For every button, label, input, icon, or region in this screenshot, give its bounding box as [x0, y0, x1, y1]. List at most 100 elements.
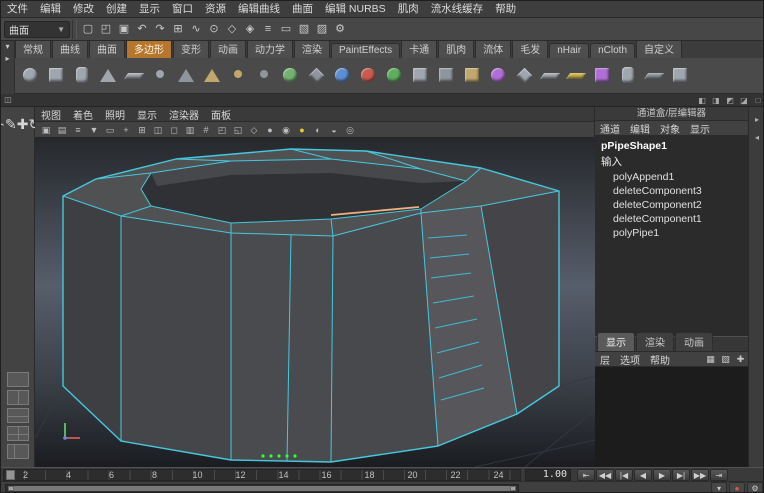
- channel-box-input-node[interactable]: deleteComponent3: [595, 184, 748, 198]
- layer-editor-menu-item[interactable]: 选项: [615, 356, 645, 367]
- layer-editor-tab[interactable]: 渲染: [636, 332, 674, 351]
- poly-prism-icon[interactable]: [174, 62, 198, 90]
- isolate-select-icon[interactable]: ◎: [342, 123, 358, 137]
- pin-panel-icon[interactable]: ◂: [751, 131, 763, 145]
- go-to-end-icon[interactable]: ⇥: [710, 469, 728, 481]
- channel-box-input-node[interactable]: polyPipe1: [595, 226, 748, 240]
- snap-to-view-plane-icon[interactable]: ◇: [223, 20, 241, 38]
- auto-keyframe-icon[interactable]: ●: [729, 482, 745, 493]
- show-attribute-editor-icon[interactable]: ◪: [737, 95, 751, 107]
- move-tool-icon[interactable]: ✚: [17, 116, 29, 132]
- shelf-tab[interactable]: nCloth: [590, 43, 635, 58]
- show-channel-layer-icon[interactable]: ◩: [723, 95, 737, 107]
- snap-to-grid-icon[interactable]: ⊞: [169, 20, 187, 38]
- grid-icon[interactable]: ⊞: [134, 123, 150, 137]
- channel-box-title[interactable]: 通道盒/层编辑器: [595, 107, 748, 121]
- xray-icon[interactable]: ◒: [326, 123, 342, 137]
- shelf-tab[interactable]: 曲面: [89, 41, 125, 58]
- shelf-tab[interactable]: 常规: [15, 41, 51, 58]
- safe-action-icon[interactable]: ◰: [214, 123, 230, 137]
- create-empty-layer-icon[interactable]: ▦: [703, 353, 718, 366]
- character-set-menu-icon[interactable]: ▾: [711, 482, 727, 493]
- layout-two-panes-side-button[interactable]: [7, 390, 29, 405]
- poly-pipe-icon[interactable]: [226, 62, 250, 90]
- channel-box-input-node[interactable]: deleteComponent1: [595, 212, 748, 226]
- field-chart-icon[interactable]: #: [198, 123, 214, 137]
- shelf-menu-icon[interactable]: ▸: [2, 53, 14, 65]
- make-live-icon[interactable]: ◈: [241, 20, 259, 38]
- channel-box-menu-item[interactable]: 通道: [595, 121, 625, 136]
- channel-box-node-name[interactable]: pPipeShape1: [595, 139, 748, 153]
- shelf-tab[interactable]: nHair: [549, 43, 589, 58]
- play-backwards-icon[interactable]: ◀: [634, 469, 652, 481]
- boolean-union-icon[interactable]: [330, 62, 354, 90]
- viewport-menu-item[interactable]: 着色: [67, 107, 99, 122]
- open-scene-icon[interactable]: ◰: [97, 20, 115, 38]
- bridge-icon[interactable]: [642, 62, 666, 90]
- shelf-tab[interactable]: 变形: [173, 41, 209, 58]
- animation-preferences-icon[interactable]: ⚙: [747, 482, 763, 493]
- menu-item[interactable]: 显示: [133, 1, 166, 17]
- shelf-tab[interactable]: 毛发: [512, 41, 548, 58]
- boolean-difference-icon[interactable]: [356, 62, 380, 90]
- step-forward-frame-icon[interactable]: ▶▶: [691, 469, 709, 481]
- play-forwards-icon[interactable]: ▶: [653, 469, 671, 481]
- menu-item[interactable]: 编辑: [34, 1, 67, 17]
- layer-editor-menu-item[interactable]: 帮助: [645, 356, 675, 367]
- menu-item[interactable]: 文件: [1, 1, 34, 17]
- menu-item[interactable]: 曲面: [286, 1, 319, 17]
- menu-item[interactable]: 编辑 NURBS: [319, 1, 392, 17]
- redo-icon[interactable]: ↷: [151, 20, 169, 38]
- shelf-tab[interactable]: 曲线: [52, 41, 88, 58]
- shelf-tab[interactable]: 自定义: [636, 41, 682, 58]
- separate-icon[interactable]: [434, 62, 458, 90]
- channel-box-input-node[interactable]: polyAppend1: [595, 170, 748, 184]
- menu-item[interactable]: 修改: [67, 1, 100, 17]
- menu-set-selector[interactable]: 曲面 ▼: [4, 21, 70, 38]
- combine-icon[interactable]: [408, 62, 432, 90]
- step-forward-key-icon[interactable]: ▶|: [672, 469, 690, 481]
- resolution-gate-icon[interactable]: ◻: [166, 123, 182, 137]
- new-scene-icon[interactable]: ▢: [79, 20, 97, 38]
- layout-single-pane-button[interactable]: [7, 372, 29, 387]
- step-back-frame-icon[interactable]: ◀◀: [596, 469, 614, 481]
- layout-four-panes-button[interactable]: [7, 426, 29, 441]
- extrude-icon[interactable]: [590, 62, 614, 90]
- go-to-start-icon[interactable]: ⇤: [577, 469, 595, 481]
- layer-editor-tab[interactable]: 动画: [675, 332, 713, 351]
- film-gate-icon[interactable]: ◫: [150, 123, 166, 137]
- create-layer-from-selected-icon[interactable]: ▧: [718, 353, 733, 366]
- range-end-handle[interactable]: [510, 486, 516, 491]
- append-to-polygon-icon[interactable]: [512, 62, 536, 90]
- poly-pyramid-icon[interactable]: [200, 62, 224, 90]
- viewport-canvas[interactable]: [35, 138, 595, 467]
- current-frame-indicator[interactable]: [6, 470, 15, 480]
- shelf-tab[interactable]: 肌肉: [438, 41, 474, 58]
- poly-torus-icon[interactable]: [148, 62, 172, 90]
- range-slider[interactable]: [5, 484, 519, 493]
- render-current-frame-icon[interactable]: ▧: [295, 20, 313, 38]
- current-frame-field[interactable]: [525, 469, 571, 481]
- render-settings-icon[interactable]: ⚙: [331, 20, 349, 38]
- split-polygon-icon[interactable]: [538, 62, 562, 90]
- channel-box-menu-item[interactable]: 对象: [655, 121, 685, 136]
- panel-layout-icon[interactable]: ◫: [1, 94, 15, 106]
- layer-editor-menu-item[interactable]: 层: [595, 356, 615, 367]
- menu-item[interactable]: 编辑曲线: [232, 1, 286, 17]
- shadows-icon[interactable]: ◐: [310, 123, 326, 137]
- viewport-menu-item[interactable]: 面板: [205, 107, 237, 122]
- step-back-key-icon[interactable]: |◀: [615, 469, 633, 481]
- shelf-tab[interactable]: 流体: [475, 41, 511, 58]
- viewport-menu-item[interactable]: 显示: [131, 107, 163, 122]
- camera-attributes-icon[interactable]: ≡: [70, 123, 86, 137]
- poly-helix-icon[interactable]: [252, 62, 276, 90]
- layer-editor-tab[interactable]: 显示: [597, 332, 635, 351]
- poly-platonic-icon[interactable]: [304, 62, 328, 90]
- menu-item[interactable]: 窗口: [166, 1, 199, 17]
- poly-sphere-icon[interactable]: [18, 62, 42, 90]
- menu-item[interactable]: 肌肉: [392, 1, 425, 17]
- image-plane-icon[interactable]: ▭: [102, 123, 118, 137]
- two-d-pan-zoom-icon[interactable]: +: [118, 123, 134, 137]
- select-camera-icon[interactable]: ▣: [38, 123, 54, 137]
- textured-icon[interactable]: ◉: [278, 123, 294, 137]
